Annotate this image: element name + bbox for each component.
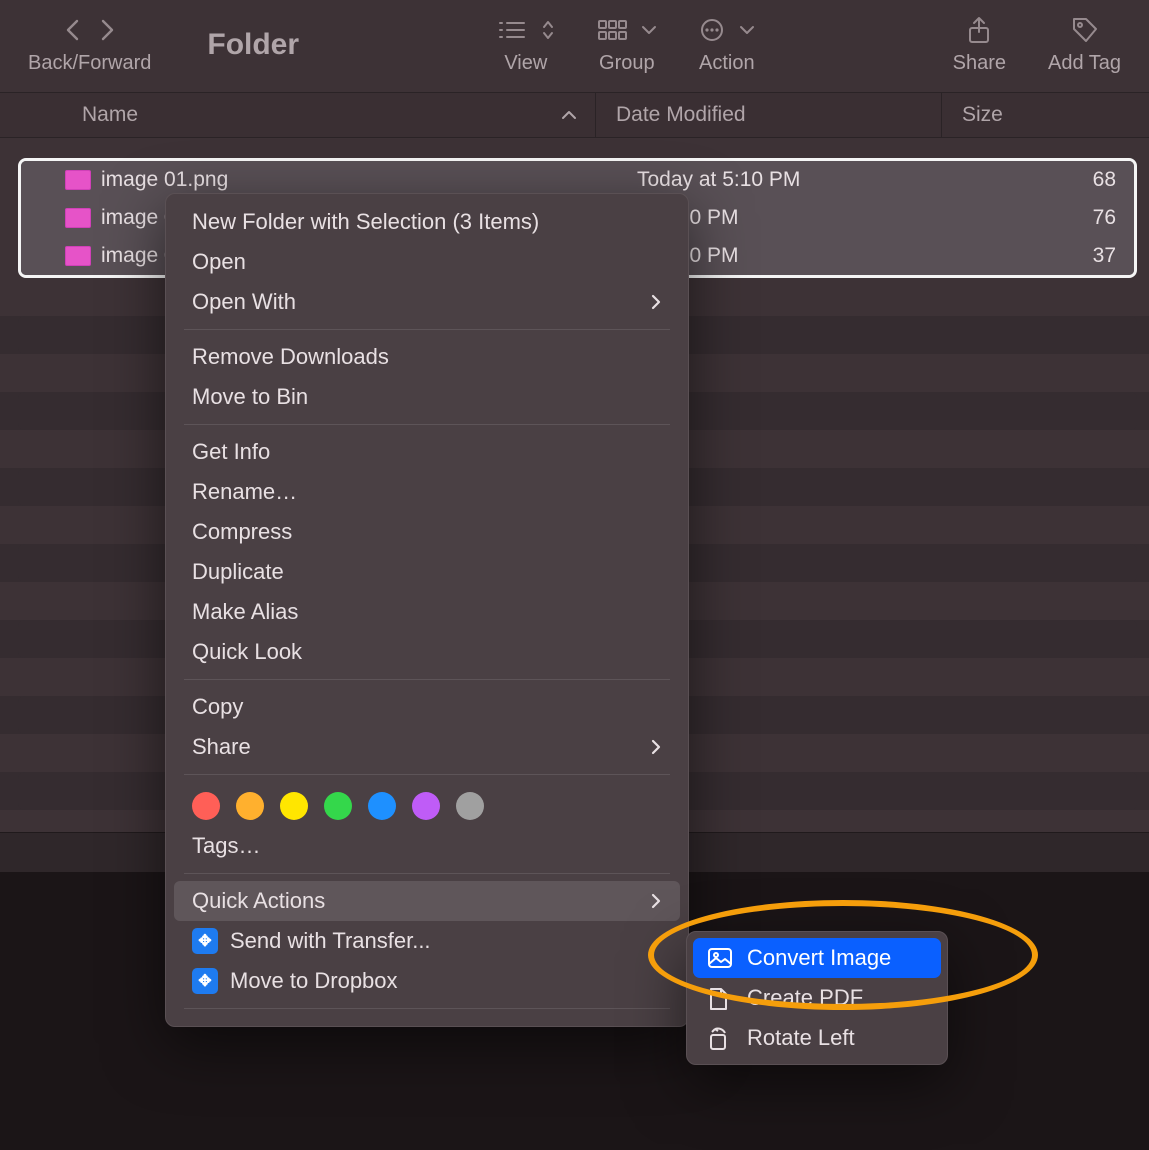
window-title: Folder — [207, 28, 299, 62]
menu-move-to-bin[interactable]: Move to Bin — [166, 377, 688, 417]
menu-separator — [184, 424, 670, 425]
share-control[interactable]: Share — [953, 14, 1006, 75]
tag-icon — [1071, 16, 1099, 44]
chevron-right-icon — [650, 738, 662, 756]
menu-separator — [184, 774, 670, 775]
file-date: Today at 5:10 PM — [617, 168, 963, 192]
forward-button[interactable] — [97, 18, 117, 42]
action-label: Action — [699, 52, 755, 75]
column-name-label: Name — [82, 103, 138, 127]
image-file-icon — [65, 246, 91, 266]
image-file-icon — [65, 170, 91, 190]
tag-color-row — [166, 782, 688, 826]
menu-copy[interactable]: Copy — [166, 687, 688, 727]
sort-asc-icon — [561, 109, 577, 121]
menu-quick-actions[interactable]: Quick Actions — [174, 881, 680, 921]
menu-move-dropbox[interactable]: ✥ Move to Dropbox — [166, 961, 688, 1001]
menu-open[interactable]: Open — [166, 242, 688, 282]
share-label: Share — [953, 52, 1006, 75]
group-control[interactable]: Group — [597, 14, 657, 75]
menu-compress[interactable]: Compress — [166, 512, 688, 552]
back-button[interactable] — [63, 18, 83, 42]
action-icon — [699, 17, 725, 43]
tag-blue[interactable] — [368, 792, 396, 820]
tag-red[interactable] — [192, 792, 220, 820]
image-icon — [707, 947, 733, 969]
submenu-create-pdf[interactable]: Create PDF — [693, 978, 941, 1018]
menu-quick-look[interactable]: Quick Look — [166, 632, 688, 672]
tag-green[interactable] — [324, 792, 352, 820]
context-menu: New Folder with Selection (3 Items) Open… — [165, 193, 689, 1027]
column-date[interactable]: Date Modified — [596, 93, 942, 137]
file-name: image 01.png — [101, 168, 228, 192]
submenu-convert-image[interactable]: Convert Image — [693, 938, 941, 978]
menu-make-alias[interactable]: Make Alias — [166, 592, 688, 632]
column-header: Name Date Modified Size — [0, 93, 1149, 138]
chevron-down-icon — [641, 24, 657, 36]
quick-actions-submenu: Convert Image Create PDF Rotate Left — [686, 931, 948, 1065]
grid-icon — [597, 19, 627, 41]
menu-new-folder-selection[interactable]: New Folder with Selection (3 Items) — [166, 202, 688, 242]
image-file-icon — [65, 208, 91, 228]
menu-separator — [184, 873, 670, 874]
menu-send-transfer[interactable]: ✥ Send with Transfer... — [166, 921, 688, 961]
chevron-right-icon — [650, 293, 662, 311]
action-control[interactable]: Action — [699, 14, 755, 75]
list-view-icon — [497, 19, 527, 41]
tag-orange[interactable] — [236, 792, 264, 820]
menu-share[interactable]: Share — [166, 727, 688, 767]
submenu-rotate-left[interactable]: Rotate Left — [693, 1018, 941, 1058]
file-size: 76 — [963, 206, 1134, 230]
group-label: Group — [599, 52, 655, 75]
menu-open-with[interactable]: Open With — [166, 282, 688, 322]
menu-separator — [184, 1008, 670, 1009]
share-icon — [967, 16, 991, 44]
nav-controls: Back/Forward — [28, 14, 151, 75]
tag-yellow[interactable] — [280, 792, 308, 820]
tags-label: Add Tag — [1048, 52, 1121, 75]
file-size: 37 — [963, 244, 1134, 268]
menu-duplicate[interactable]: Duplicate — [166, 552, 688, 592]
menu-get-info[interactable]: Get Info — [166, 432, 688, 472]
tags-control[interactable]: Add Tag — [1048, 14, 1121, 75]
view-label: View — [504, 52, 547, 75]
menu-separator — [184, 329, 670, 330]
menu-separator — [184, 679, 670, 680]
rotate-left-icon — [707, 1027, 733, 1049]
tag-purple[interactable] — [412, 792, 440, 820]
chevron-right-icon — [650, 892, 662, 910]
menu-remove-downloads[interactable]: Remove Downloads — [166, 337, 688, 377]
view-control[interactable]: View — [497, 14, 555, 75]
dropbox-icon: ✥ — [192, 928, 218, 954]
file-size: 68 — [963, 168, 1134, 192]
menu-tags[interactable]: Tags… — [166, 826, 688, 866]
column-name[interactable]: Name — [0, 93, 596, 137]
tag-gray[interactable] — [456, 792, 484, 820]
nav-label: Back/Forward — [28, 52, 151, 75]
column-size[interactable]: Size — [942, 103, 1149, 127]
document-icon — [707, 987, 733, 1009]
menu-rename[interactable]: Rename… — [166, 472, 688, 512]
chevron-down-icon — [739, 24, 755, 36]
toolbar: Back/Forward Folder View — [0, 0, 1149, 93]
dropbox-icon: ✥ — [192, 968, 218, 994]
updown-icon — [541, 19, 555, 41]
